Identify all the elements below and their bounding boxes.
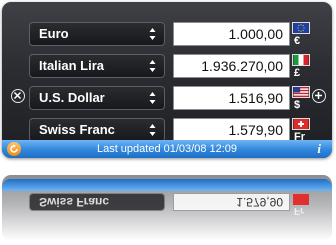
- reflection-ch-flag-icon: [293, 194, 309, 205]
- amount-field[interactable]: 1.936.270,00: [173, 54, 290, 78]
- currency-select[interactable]: Italian Lira: [29, 54, 165, 78]
- currency-symbol: $: [294, 99, 301, 111]
- amount-field[interactable]: 1.516,90: [173, 86, 290, 110]
- reflection-status-bar: [2, 179, 332, 191]
- currency-row-italian-lira: Italian Lira 1.936.270,00 £: [2, 51, 332, 81]
- currency-converter-widget: Euro 1.000,00 € Italian Lira 1.936.270,0…: [2, 2, 332, 158]
- refresh-icon[interactable]: [7, 142, 21, 156]
- eu-flag-icon: [292, 22, 310, 34]
- reflection-amount-field: 1.579,90: [173, 193, 290, 211]
- currency-badge: £: [292, 54, 310, 79]
- amount-field[interactable]: 1.579,90: [173, 118, 290, 142]
- status-bar: Last updated 01/03/08 12:09 i: [2, 140, 332, 158]
- minus-circle-icon[interactable]: [11, 89, 25, 103]
- us-flag-icon: [292, 86, 310, 98]
- info-button[interactable]: i: [317, 141, 321, 157]
- currency-select-label: Swiss Franc: [39, 122, 115, 137]
- currency-row-us-dollar: U.S. Dollar 1.516,90 $: [2, 83, 332, 113]
- it-flag-icon: [292, 54, 310, 66]
- updown-arrows-icon: [149, 91, 156, 105]
- currency-symbol: €: [294, 35, 301, 47]
- reflection-currency-select: Swiss Franc: [29, 193, 165, 211]
- currency-badge: $: [292, 86, 310, 111]
- currency-badge: €: [292, 22, 310, 47]
- reflection-currency-symbol: Fr: [294, 205, 304, 216]
- currency-select[interactable]: Swiss Franc: [29, 118, 165, 142]
- updown-arrows-icon: [149, 27, 156, 41]
- currency-select-label: U.S. Dollar: [39, 90, 105, 105]
- widget-reflection: Swiss Franc 1.579,90 Fr: [2, 175, 332, 241]
- currency-symbol: £: [294, 67, 301, 79]
- plus-circle-icon[interactable]: [312, 89, 326, 103]
- currency-row-euro: Euro 1.000,00 €: [2, 19, 332, 49]
- currency-select-label: Italian Lira: [39, 58, 105, 73]
- last-updated-text: Last updated 01/03/08 12:09: [96, 143, 238, 155]
- updown-arrows-icon: [149, 59, 156, 73]
- currency-select[interactable]: Euro: [29, 22, 165, 46]
- amount-field[interactable]: 1.000,00: [173, 22, 290, 46]
- ch-flag-icon: [292, 118, 310, 130]
- currency-select[interactable]: U.S. Dollar: [29, 86, 165, 110]
- currency-select-label: Euro: [39, 26, 69, 41]
- updown-arrows-icon: [149, 123, 156, 137]
